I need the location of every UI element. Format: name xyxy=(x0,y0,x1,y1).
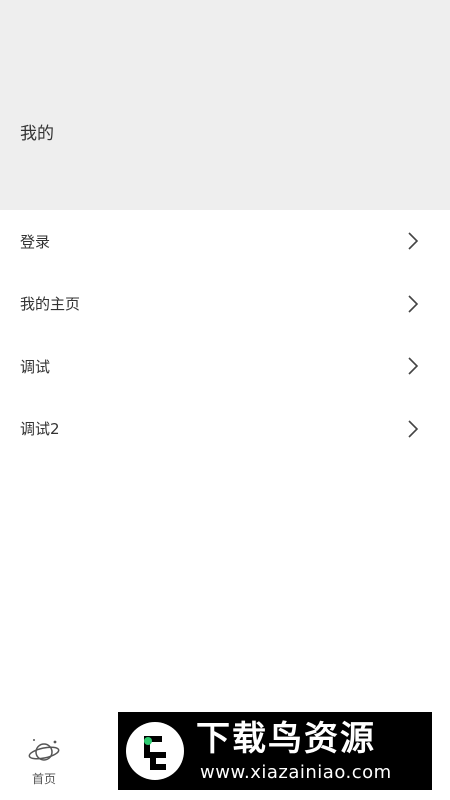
profile-header: 我的 xyxy=(0,0,450,210)
tab-home-label: 首页 xyxy=(31,772,56,786)
chevron-right-icon xyxy=(408,357,419,375)
menu-item-label: 调试 xyxy=(20,357,51,376)
chevron-right-icon xyxy=(408,295,419,313)
tab-home[interactable]: 首页 xyxy=(14,736,74,796)
page-title: 我的 xyxy=(20,124,54,144)
menu-item-login[interactable]: 登录 xyxy=(0,210,450,273)
menu-list: 登录 我的主页 调试 调试2 xyxy=(0,210,450,460)
menu-item-my-homepage[interactable]: 我的主页 xyxy=(0,273,450,336)
chevron-right-icon xyxy=(408,420,419,438)
watermark-title: 下载鸟资源 xyxy=(196,719,376,759)
watermark-banner: 下载鸟资源 www.xiazainiao.com xyxy=(118,712,432,790)
planet-icon xyxy=(28,739,60,761)
bird-logo-icon xyxy=(126,722,184,780)
menu-item-label: 我的主页 xyxy=(20,295,81,314)
menu-item-label: 调试2 xyxy=(20,420,60,439)
chevron-right-icon xyxy=(408,232,419,250)
menu-item-label: 登录 xyxy=(20,232,51,251)
menu-item-debug-2[interactable]: 调试2 xyxy=(0,398,450,461)
menu-item-debug[interactable]: 调试 xyxy=(0,335,450,398)
watermark-url: www.xiazainiao.com xyxy=(200,762,392,783)
